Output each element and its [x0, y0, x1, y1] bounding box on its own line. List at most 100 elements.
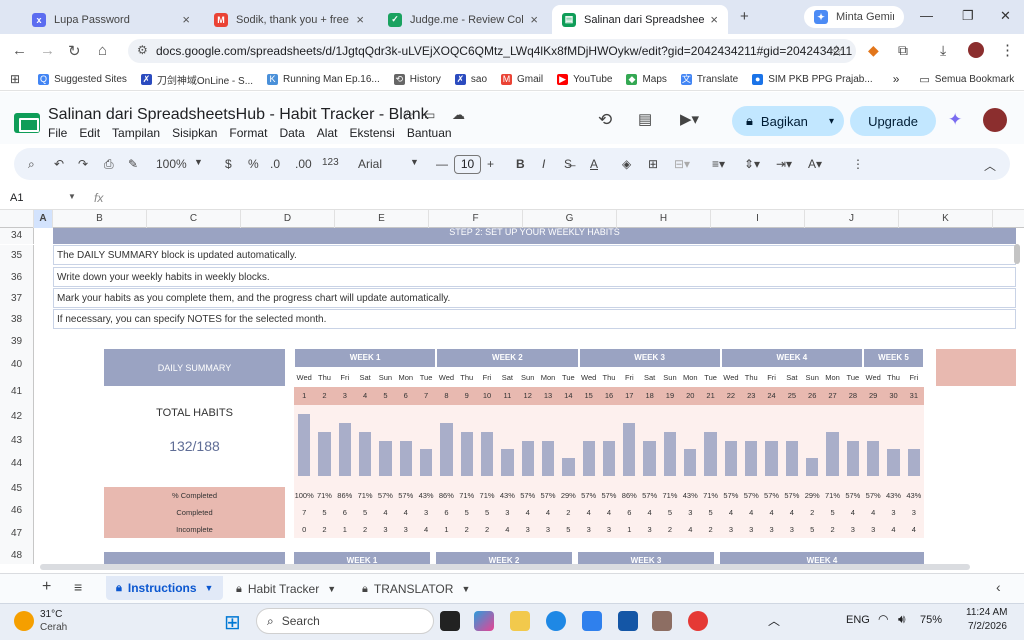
menu-bantuan[interactable]: Bantuan [407, 126, 452, 140]
add-sheet-icon[interactable]: + [42, 578, 51, 596]
tab-close-icon[interactable]: × [182, 12, 190, 27]
bookmark-item[interactable]: ✗ sao [454, 72, 487, 87]
font-select[interactable]: Arial [358, 157, 382, 171]
sheet-tab-dropdown-icon[interactable]: ▼ [327, 584, 336, 594]
undo-icon[interactable]: ↶ [54, 157, 64, 171]
all-bookmarks-button[interactable]: ▭ Semua Bookmark [919, 73, 1014, 86]
language-indicator[interactable]: ENG [846, 614, 870, 626]
merge-cells-icon[interactable]: ⊟▾ [674, 157, 690, 171]
row-header[interactable]: 38 [0, 309, 34, 331]
column-header[interactable]: I [711, 210, 805, 228]
bookmark-item[interactable]: 文 Translate [680, 72, 738, 87]
column-header[interactable]: J [805, 210, 899, 228]
italic-button[interactable]: I [542, 157, 545, 171]
column-header[interactable]: B [53, 210, 147, 228]
align-horizontal-icon[interactable]: ≡▾ [712, 157, 725, 171]
account-avatar[interactable] [983, 108, 1007, 132]
currency-button[interactable]: $ [225, 157, 232, 171]
horizontal-scrollbar[interactable] [40, 564, 970, 570]
menu-ekstensi[interactable]: Ekstensi [349, 126, 394, 140]
text-rotation-icon[interactable]: A▾ [808, 157, 822, 171]
text-color-icon[interactable]: A [590, 157, 598, 171]
address-bar[interactable]: ⚙ docs.google.com/spreadsheets/d/1JgtqQd… [128, 39, 856, 63]
profile-avatar[interactable] [968, 42, 984, 58]
increase-font-icon[interactable]: + [487, 157, 494, 171]
history-icon[interactable]: ⟲ [598, 110, 612, 130]
start-icon[interactable]: ⊞ [224, 610, 241, 635]
edge-icon[interactable] [546, 611, 566, 631]
instruction-row[interactable]: The DAILY SUMMARY block is updated autom… [53, 245, 1016, 265]
collapse-toolbar-icon[interactable]: ︿ [984, 157, 996, 174]
sheet-tab-dropdown-icon[interactable]: ▼ [461, 584, 470, 594]
bookmarks-overflow-icon[interactable]: » [893, 72, 900, 86]
search-menus-icon[interactable]: ⌕ [28, 157, 35, 172]
row-header[interactable]: 41 [0, 378, 34, 405]
zoom-select[interactable]: 100% [156, 157, 187, 171]
more-formats-button[interactable]: 123 [322, 157, 339, 168]
borders-icon[interactable]: ⊞ [648, 157, 658, 171]
instruction-row[interactable]: Write down your weekly habits in weekly … [53, 267, 1016, 287]
strikethrough-icon[interactable]: S̶ [564, 157, 572, 171]
tab-close-icon[interactable]: × [530, 12, 538, 27]
apps-icon[interactable]: ⊞ [10, 72, 20, 86]
star-icon[interactable]: ☆ [402, 107, 415, 124]
row-header[interactable]: 36 [0, 267, 34, 288]
back-icon[interactable]: ← [12, 42, 27, 59]
browser-tab[interactable]: ✦ Minta Gemini [804, 6, 904, 28]
task-view-icon[interactable] [440, 611, 460, 631]
row-header[interactable]: 43 [0, 429, 34, 452]
decrease-font-icon[interactable]: — [436, 157, 448, 171]
menu-tampilan[interactable]: Tampilan [112, 126, 160, 140]
row-header[interactable]: 37 [0, 288, 34, 309]
sheet-tab[interactable]: 🔒︎ Habit Tracker ▼ [226, 579, 346, 599]
browser-menu-icon[interactable]: ⋮ [1000, 41, 1015, 59]
tab-close-icon[interactable]: × [356, 12, 364, 27]
bookmark-item[interactable]: ● SIM PKB PPG Prajab... [752, 72, 873, 87]
download-icon[interactable]: ⤓ [940, 42, 946, 59]
name-box-dropdown-icon[interactable]: ▼ [68, 192, 76, 201]
name-box[interactable]: A1 [10, 192, 23, 204]
comment-icon[interactable]: ▤ [638, 110, 652, 128]
paint-format-icon[interactable]: ✎ [128, 157, 138, 171]
scroll-sheets-left-icon[interactable]: ‹ [996, 579, 1001, 595]
app-icon[interactable] [652, 611, 672, 631]
forward-icon[interactable]: → [40, 42, 55, 59]
row-header[interactable]: 42 [0, 405, 34, 429]
close-window-icon[interactable]: ✕ [1000, 8, 1011, 24]
chrome-icon[interactable] [688, 611, 708, 631]
weather-icon[interactable] [14, 611, 34, 631]
column-header[interactable]: E [335, 210, 429, 228]
sheet-tab[interactable]: 🔒︎ Instructions ▼ [106, 576, 224, 600]
clock-time[interactable]: 11:24 AM [966, 607, 1008, 618]
meet-icon[interactable]: ▶▾ [680, 110, 699, 128]
select-all-corner[interactable] [0, 210, 34, 228]
tab-close-icon[interactable]: × [710, 12, 718, 27]
bookmark-item[interactable]: K Running Man Ep.16... [267, 72, 380, 87]
column-header[interactable]: K [899, 210, 993, 228]
document-title[interactable]: Salinan dari SpreadsheetsHub - Habit Tra… [48, 106, 429, 124]
align-vertical-icon[interactable]: ⇕▾ [744, 157, 760, 171]
column-header[interactable]: D [241, 210, 335, 228]
site-info-icon[interactable]: ⚙ [137, 43, 148, 57]
volume-icon[interactable]: 🔊︎ [898, 612, 906, 627]
extensions-icon[interactable]: ⧉ [898, 42, 908, 59]
row-header[interactable]: 48 [0, 548, 34, 564]
column-header[interactable]: H [617, 210, 711, 228]
row-header[interactable]: 45 [0, 476, 34, 501]
reload-icon[interactable]: ↻ [68, 42, 81, 60]
menu-data[interactable]: Data [279, 126, 304, 140]
sheet-tab[interactable]: 🔒︎ TRANSLATOR ▼ [352, 579, 480, 599]
browser-tab[interactable]: x Lupa Password × [22, 5, 200, 34]
share-button[interactable]: 🔒︎ Bagikan ▾ [732, 106, 844, 136]
show-hidden-icons[interactable]: ︿ [768, 612, 780, 629]
home-icon[interactable]: ⌂ [98, 42, 107, 59]
increase-decimal-button[interactable]: .00 [295, 157, 312, 171]
fill-color-icon[interactable]: ◈ [622, 157, 631, 171]
column-header[interactable]: C [147, 210, 241, 228]
row-header[interactable]: 44 [0, 452, 34, 476]
row-header[interactable]: 47 [0, 520, 34, 548]
row-header[interactable]: 35 [0, 245, 34, 267]
menu-file[interactable]: File [48, 126, 67, 140]
bookmark-item[interactable]: ✗ 刀剑神域OnLine - S... [140, 72, 253, 87]
percent-button[interactable]: % [248, 157, 259, 171]
